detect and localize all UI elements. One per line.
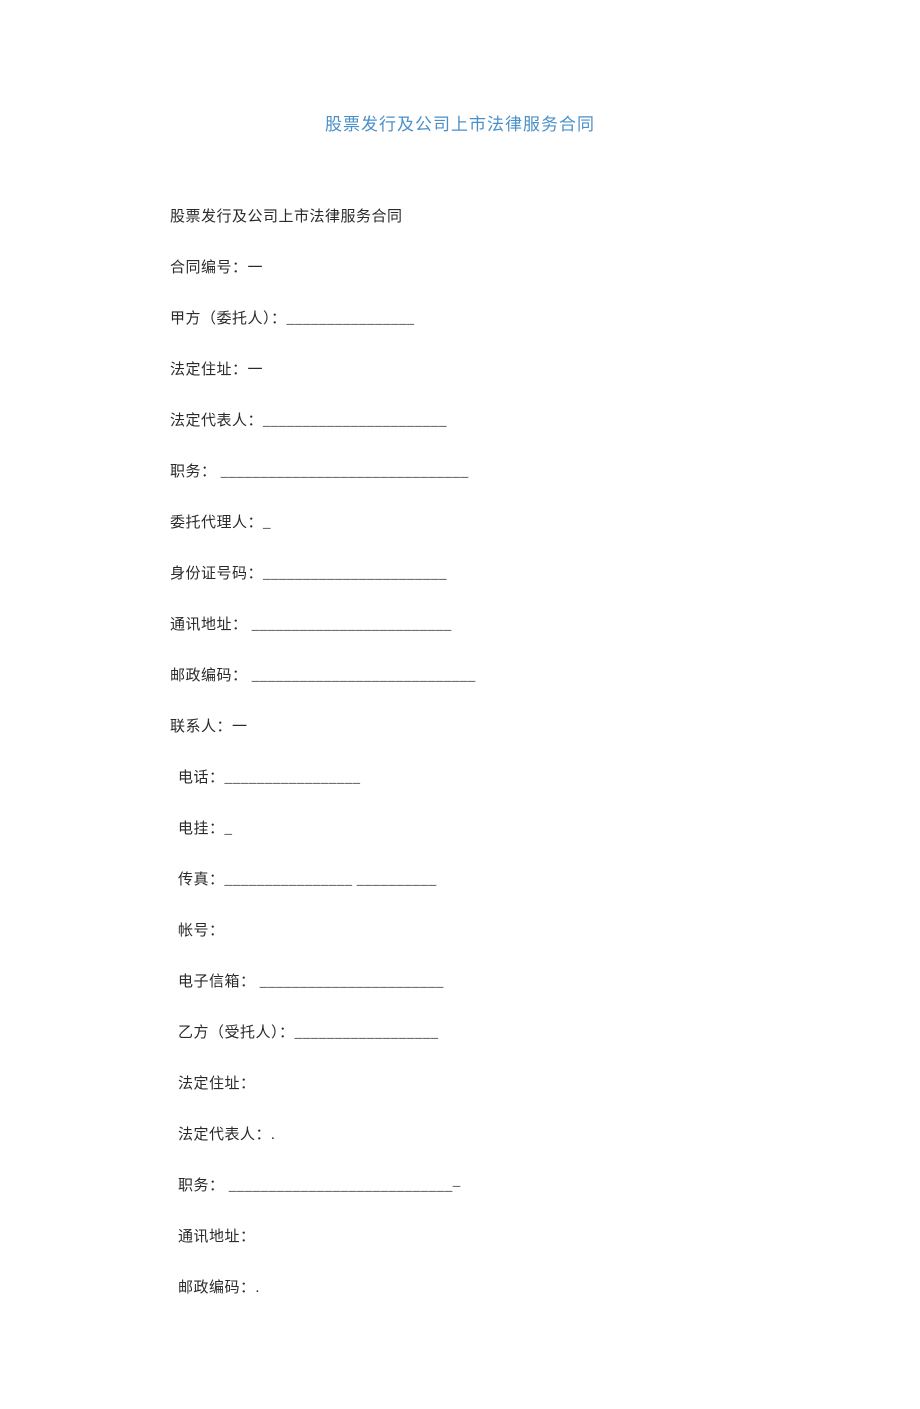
party-a-position-value: _______________________________: [217, 464, 469, 480]
fax-value: ________________ __________: [225, 872, 437, 888]
party-b-post-code-label: 邮政编码：: [178, 1280, 256, 1296]
party-a-contact-label: 联系人：: [170, 719, 232, 735]
fax-field: 传真：________________ __________: [178, 870, 750, 891]
party-a-post-code-field: 邮政编码： ____________________________: [170, 666, 750, 687]
phone-field: 电话：_________________: [178, 768, 750, 789]
party-a-legal-rep-value: _______________________: [263, 413, 447, 429]
party-a-legal-rep-field: 法定代表人：_______________________: [170, 411, 750, 432]
party-a-id-no-value: _______________________: [263, 566, 447, 582]
subtitle: 股票发行及公司上市法律服务合同: [170, 207, 750, 228]
email-field: 电子信箱： _______________________: [178, 972, 750, 993]
party-a-address-label: 法定住址：: [170, 362, 248, 378]
telegraph-field: 电挂：_: [178, 819, 750, 840]
party-a-agent-field: 委托代理人：_: [170, 513, 750, 534]
party-b-address-field: 法定住址：: [178, 1074, 750, 1095]
party-a-address-field: 法定住址：一: [170, 360, 750, 381]
party-a-id-no-label: 身份证号码：: [170, 566, 263, 582]
email-value: _______________________: [256, 974, 444, 990]
party-b-position-field: 职务： ____________________________–: [178, 1176, 750, 1197]
party-b-post-code-field: 邮政编码：.: [178, 1278, 750, 1299]
party-b-legal-rep-field: 法定代表人：.: [178, 1125, 750, 1146]
party-b-mail-addr-label: 通讯地址：: [178, 1229, 256, 1245]
party-a-contact-field: 联系人：一: [170, 717, 750, 738]
party-b-legal-rep-value: .: [271, 1127, 275, 1143]
document-title: 股票发行及公司上市法律服务合同: [170, 110, 750, 135]
telegraph-label: 电挂：: [178, 821, 225, 837]
party-a-id-no-field: 身份证号码：_______________________: [170, 564, 750, 585]
fax-label: 传真：: [178, 872, 225, 888]
party-a-principal-value: ________________: [287, 311, 415, 327]
party-a-position-field: 职务： _______________________________: [170, 462, 750, 483]
party-b-address-label: 法定住址：: [178, 1076, 256, 1092]
party-a-principal-field: 甲方（委托人）：________________: [170, 309, 750, 330]
party-a-mail-addr-label: 通讯地址：: [170, 617, 248, 633]
phone-label: 电话：: [178, 770, 225, 786]
party-a-post-code-value: ____________________________: [248, 668, 476, 684]
party-b-trustee-field: 乙方（受托人）：__________________: [178, 1023, 750, 1044]
indented-section: 电话：_________________ 电挂：_ 传真：___________…: [170, 768, 750, 1299]
account-label: 帐号：: [178, 923, 225, 939]
party-a-position-label: 职务：: [170, 464, 217, 480]
account-field: 帐号：: [178, 921, 750, 942]
party-a-mail-addr-value: _________________________: [248, 617, 452, 633]
party-b-mail-addr-field: 通讯地址：: [178, 1227, 750, 1248]
party-a-post-code-label: 邮政编码：: [170, 668, 248, 684]
contract-no-value: 一: [248, 260, 264, 276]
subtitle-text: 股票发行及公司上市法律服务合同: [170, 209, 403, 225]
party-a-mail-addr-field: 通讯地址： _________________________: [170, 615, 750, 636]
party-a-agent-label: 委托代理人：: [170, 515, 263, 531]
party-b-position-value: ____________________________–: [225, 1178, 461, 1194]
party-b-trustee-label: 乙方（受托人）：: [178, 1025, 295, 1041]
contract-no-label: 合同编号：: [170, 260, 248, 276]
email-label: 电子信箱：: [178, 974, 256, 990]
party-b-position-label: 职务：: [178, 1178, 225, 1194]
telegraph-value: _: [225, 821, 233, 837]
party-a-principal-label: 甲方（委托人）：: [170, 311, 287, 327]
party-b-legal-rep-label: 法定代表人：: [178, 1127, 271, 1143]
phone-value: _________________: [225, 770, 361, 786]
party-b-trustee-value: __________________: [295, 1025, 439, 1041]
party-a-contact-value: 一: [232, 719, 248, 735]
contract-no-field: 合同编号：一: [170, 258, 750, 279]
party-a-agent-value: _: [263, 515, 271, 531]
party-a-legal-rep-label: 法定代表人：: [170, 413, 263, 429]
party-a-address-value: 一: [248, 362, 264, 378]
party-b-post-code-value: .: [256, 1280, 260, 1296]
document-page: 股票发行及公司上市法律服务合同 股票发行及公司上市法律服务合同 合同编号：一 甲…: [0, 0, 920, 1409]
